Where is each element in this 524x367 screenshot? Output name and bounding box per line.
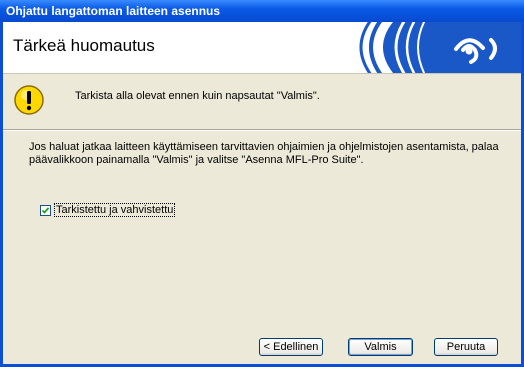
confirm-checkbox-label[interactable]: Tarkistettu ja vahvistettu [54,203,176,217]
wizard-window: Ohjattu langattoman laitteen asennus Tär… [0,0,524,367]
title-bar[interactable]: Ohjattu langattoman laitteen asennus [0,0,524,22]
confirm-checkbox[interactable] [40,204,51,216]
confirm-checkbox-row[interactable]: Tarkistettu ja vahvistettu [40,203,176,217]
window-title: Ohjattu langattoman laitteen asennus [6,4,221,18]
dialog-client-area: Tärkeä huomautus Tarkista alla olevat en… [3,22,521,364]
notice-text: Tarkista alla olevat ennen kuin napsauta… [75,90,320,102]
checkmark-icon [41,206,50,214]
back-button[interactable]: < Edellinen [259,338,323,356]
separator [3,129,521,131]
finish-button[interactable]: Valmis [348,338,413,356]
cancel-button[interactable]: Peruuta [434,338,498,356]
wireless-signal-icon [353,22,521,73]
warning-exclamation-icon [14,85,44,115]
wizard-header: Tärkeä huomautus [3,22,521,74]
page-title: Tärkeä huomautus [13,36,155,55]
instruction-paragraph: Jos haluat jatkaa laitteen käyttämiseen … [29,141,499,166]
